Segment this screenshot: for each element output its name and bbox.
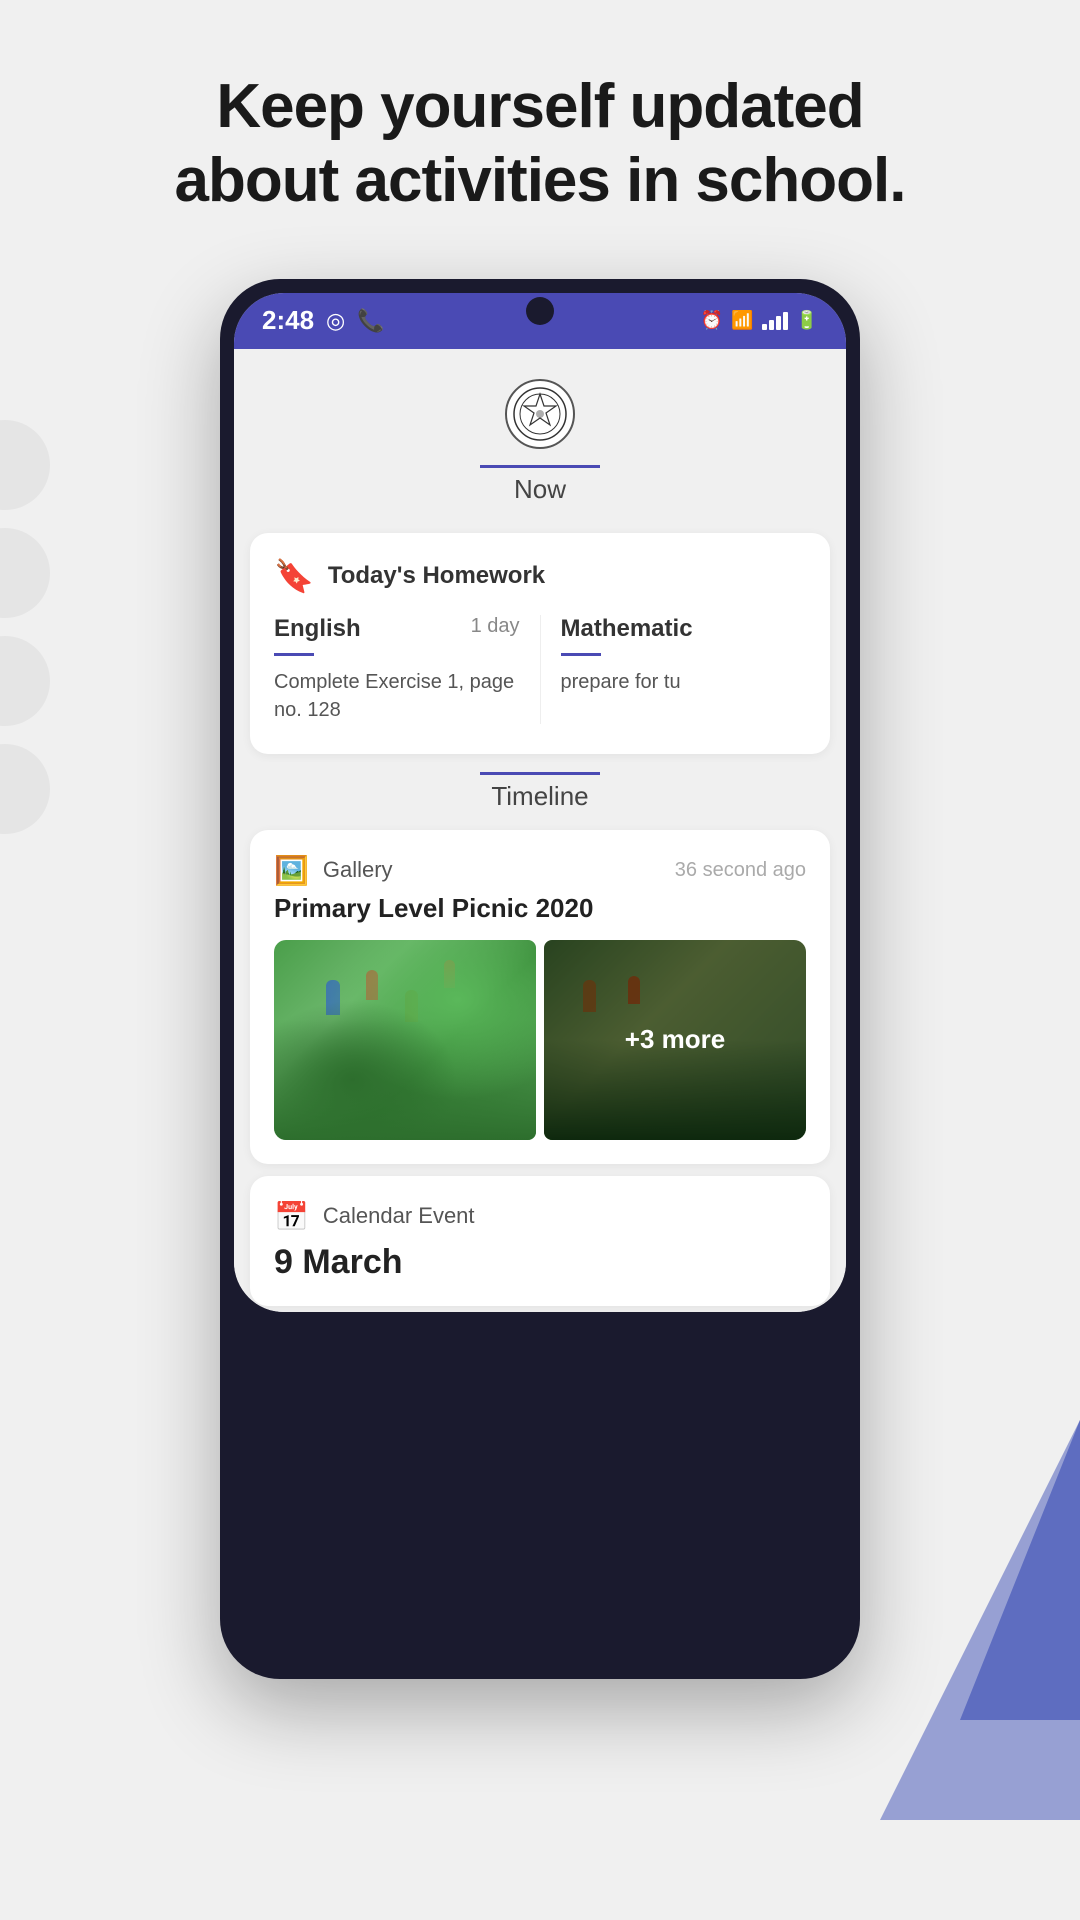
header-title: Keep yourself updated about activities i… bbox=[175, 70, 906, 219]
english-subject: English bbox=[274, 615, 361, 643]
gallery-title: Primary Level Picnic 2020 bbox=[274, 893, 806, 924]
timeline-section: Timeline bbox=[234, 762, 846, 824]
math-underline bbox=[561, 653, 601, 656]
gallery-time: 36 second ago bbox=[675, 859, 806, 882]
phone-frame: 2:48 ◎ 📞 ⏰ 📶 🔋 bbox=[220, 279, 860, 1679]
now-tab-underline bbox=[480, 465, 600, 468]
more-photos-label: +3 more bbox=[625, 1024, 725, 1055]
decorative-circles bbox=[0, 420, 50, 834]
header-section: Keep yourself updated about activities i… bbox=[115, 70, 966, 219]
school-logo bbox=[505, 379, 575, 449]
homework-card: 🔖 Today's Homework English 1 day Complet… bbox=[250, 533, 830, 754]
status-bar: 2:48 ◎ 📞 ⏰ 📶 🔋 bbox=[234, 293, 846, 349]
homework-item-english: English 1 day Complete Exercise 1, page … bbox=[274, 615, 540, 724]
timeline-label[interactable]: Timeline bbox=[491, 781, 588, 812]
music-icon: ◎ bbox=[326, 308, 345, 334]
english-task: Complete Exercise 1, page no. 128 bbox=[274, 671, 514, 721]
math-subject: Mathematic bbox=[561, 615, 693, 643]
english-header-row: English 1 day bbox=[274, 615, 520, 649]
gallery-icon: 🖼️ bbox=[274, 854, 309, 887]
homework-card-header: 🔖 Today's Homework bbox=[274, 557, 806, 595]
photo-overlay: +3 more bbox=[544, 940, 806, 1140]
phone-icon: 📞 bbox=[357, 308, 384, 334]
status-icons-left: 2:48 ◎ 📞 bbox=[262, 305, 385, 336]
signal-bars bbox=[762, 312, 788, 330]
math-task: prepare for tu bbox=[561, 671, 681, 693]
photo-grid: +3 more bbox=[274, 940, 806, 1140]
gallery-card-header: 🖼️ Gallery 36 second ago bbox=[274, 854, 806, 887]
english-underline bbox=[274, 653, 314, 656]
math-header-row: Mathematic bbox=[561, 615, 807, 649]
battery-icon: 🔋 bbox=[796, 310, 818, 331]
calendar-card[interactable]: 📅 Calendar Event 9 March bbox=[250, 1176, 830, 1306]
calendar-card-header: 📅 Calendar Event bbox=[274, 1200, 806, 1233]
photo-2[interactable]: +3 more bbox=[544, 940, 806, 1140]
wifi-icon: 📶 bbox=[731, 310, 753, 331]
now-tab-label[interactable]: Now bbox=[514, 474, 566, 505]
camera-notch bbox=[526, 297, 554, 325]
timeline-tab-underline bbox=[480, 772, 600, 775]
calendar-date: 9 March bbox=[274, 1243, 806, 1282]
alarm-icon: ⏰ bbox=[701, 310, 723, 331]
status-icons-right: ⏰ 📶 🔋 bbox=[701, 310, 818, 331]
homework-item-math: Mathematic prepare for tu bbox=[540, 615, 807, 724]
phone-screen: 2:48 ◎ 📞 ⏰ 📶 🔋 bbox=[234, 293, 846, 1312]
gallery-type: Gallery bbox=[323, 857, 393, 883]
photo-1[interactable] bbox=[274, 940, 536, 1140]
homework-card-title: Today's Homework bbox=[328, 562, 545, 590]
homework-items: English 1 day Complete Exercise 1, page … bbox=[274, 615, 806, 724]
english-due: 1 day bbox=[471, 615, 520, 638]
calendar-icon: 📅 bbox=[274, 1200, 309, 1233]
calendar-type: Calendar Event bbox=[323, 1203, 475, 1229]
school-logo-area: Now bbox=[234, 349, 846, 525]
status-time: 2:48 bbox=[262, 305, 314, 336]
decorative-triangle-right2 bbox=[880, 1420, 1080, 1820]
app-content: Now 🔖 Today's Homework English 1 day bbox=[234, 349, 846, 1312]
homework-icon: 🔖 bbox=[274, 557, 314, 595]
gallery-card[interactable]: 🖼️ Gallery 36 second ago Primary Level P… bbox=[250, 830, 830, 1164]
